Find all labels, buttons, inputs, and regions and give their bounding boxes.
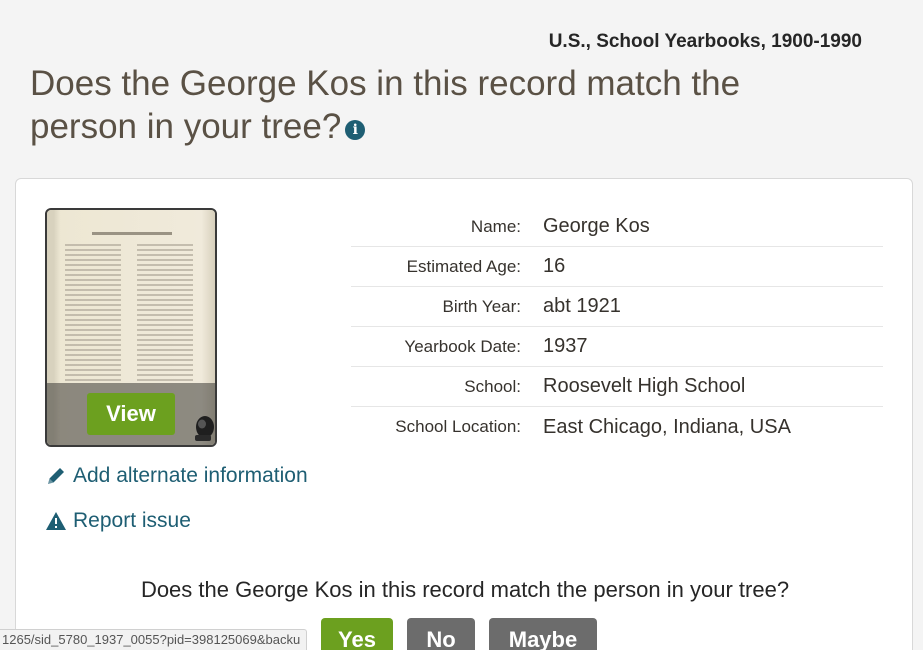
no-button[interactable]: No bbox=[407, 618, 475, 650]
yearbook-text-column bbox=[65, 244, 121, 384]
status-bar-url: 1265/sid_5780_1937_0055?pid=398125069&ba… bbox=[0, 629, 308, 650]
detail-value: George Kos bbox=[543, 215, 650, 237]
detail-value: Roosevelt High School bbox=[543, 375, 746, 397]
detail-row-estimated-age: Estimated Age: 16 bbox=[351, 247, 883, 287]
detail-label: Yearbook Date: bbox=[404, 336, 521, 356]
add-alternate-information-label: Add alternate information bbox=[73, 464, 308, 487]
detail-label: Birth Year: bbox=[442, 296, 521, 316]
page-title-text: Does the George Kos in this record match… bbox=[30, 64, 741, 146]
record-image-thumbnail[interactable]: View bbox=[45, 208, 217, 447]
maybe-button[interactable]: Maybe bbox=[489, 618, 597, 650]
add-alternate-information-link[interactable]: Add alternate information bbox=[45, 464, 308, 488]
detail-row-name: Name: George Kos bbox=[351, 207, 883, 247]
collection-title: U.S., School Yearbooks, 1900-1990 bbox=[548, 31, 862, 52]
detail-label: School Location: bbox=[395, 417, 521, 436]
record-card: View Add alternate information Report is… bbox=[15, 178, 913, 650]
detail-row-yearbook-date: Yearbook Date: 1937 bbox=[351, 327, 883, 367]
detail-value: abt 1921 bbox=[543, 295, 621, 317]
detail-row-birth-year: Birth Year: abt 1921 bbox=[351, 287, 883, 327]
detail-label: School: bbox=[464, 376, 521, 396]
detail-row-school: School: Roosevelt High School bbox=[351, 367, 883, 407]
page-title: Does the George Kos in this record match… bbox=[30, 62, 770, 148]
record-details-table: Name: George Kos Estimated Age: 16 Birth… bbox=[351, 207, 883, 447]
detail-label: Estimated Age: bbox=[406, 256, 521, 276]
info-icon[interactable]: i bbox=[345, 120, 366, 140]
pencil-icon bbox=[48, 468, 64, 484]
detail-value: East Chicago, Indiana, USA bbox=[543, 415, 791, 438]
report-issue-link[interactable]: Report issue bbox=[45, 509, 191, 533]
view-image-button[interactable]: View bbox=[87, 393, 175, 435]
camera-icon bbox=[195, 416, 214, 441]
report-issue-label: Report issue bbox=[73, 509, 191, 532]
detail-value: 16 bbox=[543, 255, 566, 277]
yes-button[interactable]: Yes bbox=[321, 618, 393, 650]
detail-value: 1937 bbox=[543, 335, 588, 357]
warning-icon bbox=[46, 512, 66, 530]
yearbook-text-column bbox=[137, 244, 193, 384]
match-question: Does the George Kos in this record match… bbox=[140, 577, 790, 602]
yearbook-page-heading bbox=[92, 232, 172, 235]
detail-label: Name: bbox=[470, 216, 521, 236]
detail-row-school-location: School Location: East Chicago, Indiana, … bbox=[351, 407, 883, 447]
